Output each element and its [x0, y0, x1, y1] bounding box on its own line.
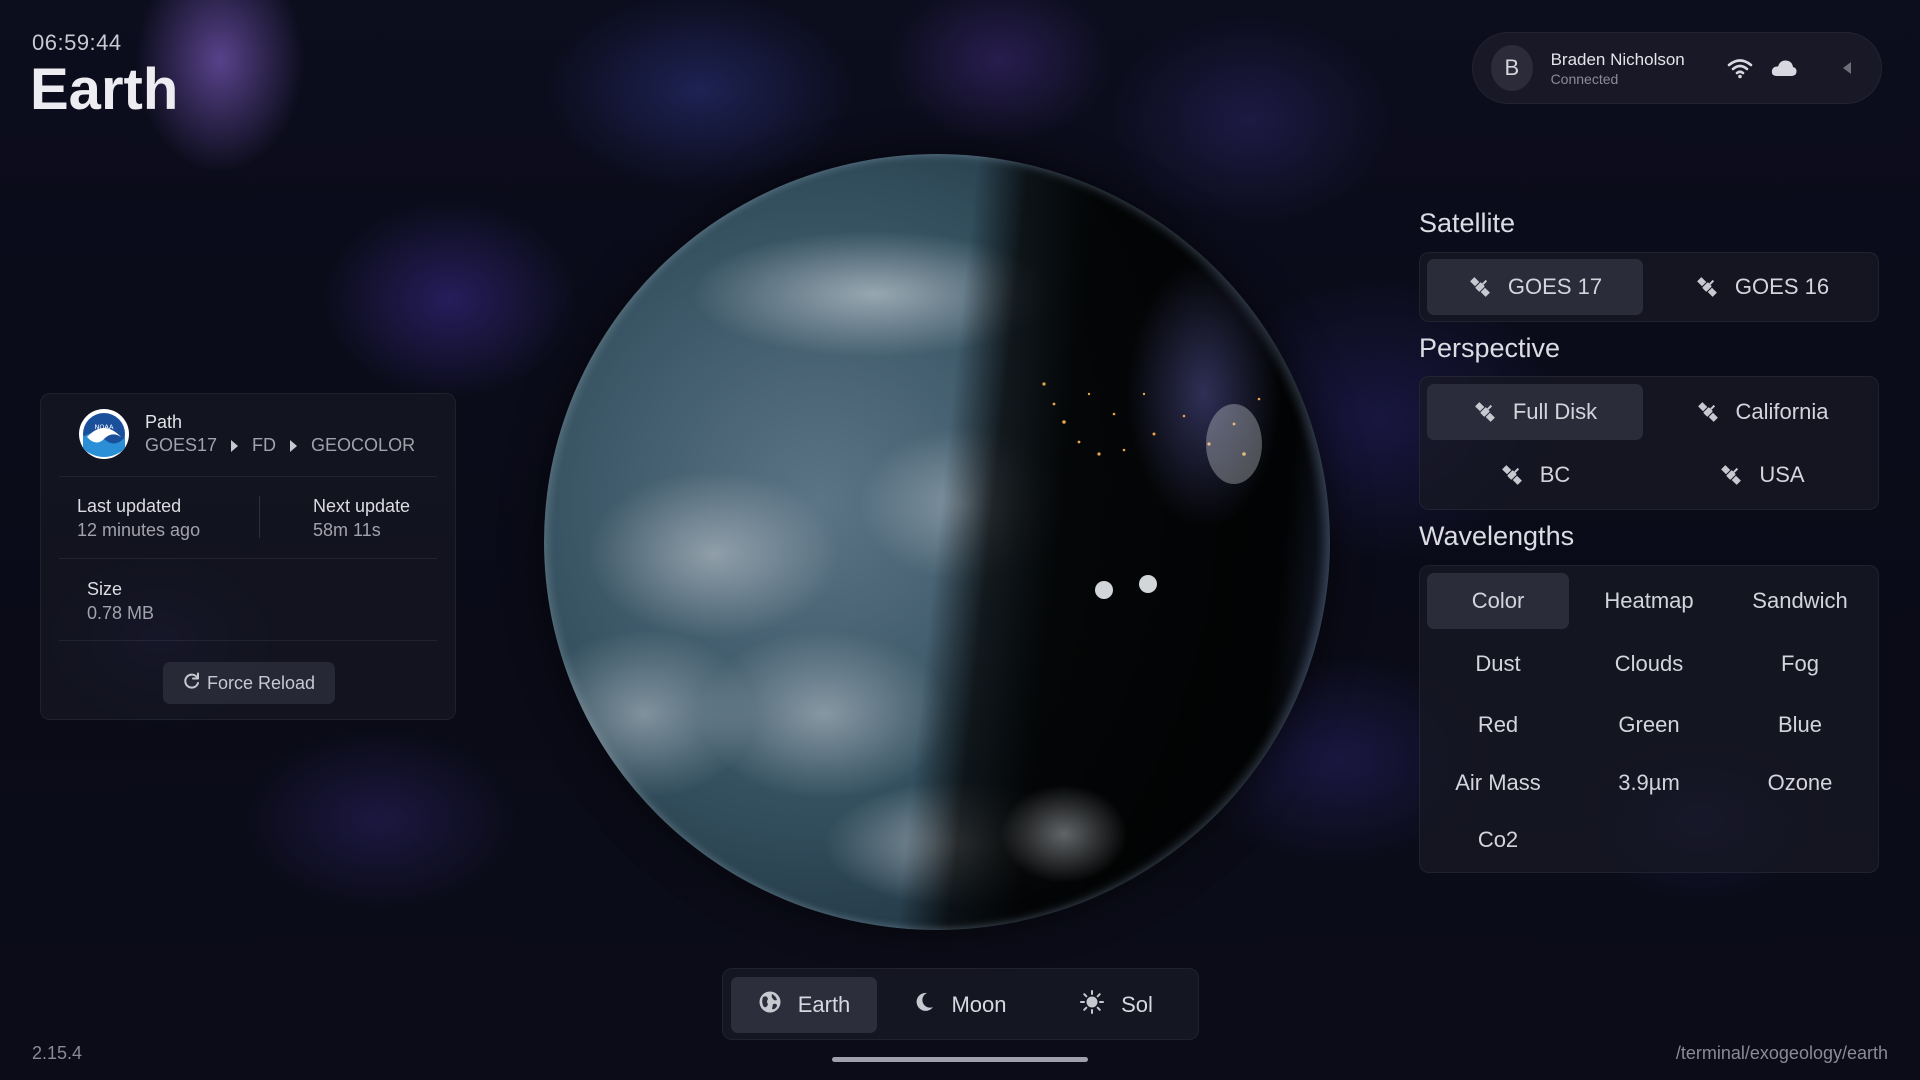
breadcrumb-item[interactable]: FD	[252, 435, 276, 456]
satellite-icon	[1473, 400, 1497, 424]
force-reload-label: Force Reload	[206, 672, 316, 693]
option-sandwich[interactable]: Sandwich	[1729, 573, 1871, 629]
tab-sol[interactable]: Sol	[1043, 977, 1189, 1033]
collapse-arrow-icon[interactable]	[1830, 50, 1863, 86]
option-color[interactable]: Color	[1427, 573, 1569, 629]
wavelengths-title: Wavelengths	[1419, 521, 1575, 551]
perspective-title: Perspective	[1419, 333, 1561, 363]
option-3-9um[interactable]: 3.9µm	[1578, 755, 1720, 811]
option-goes-17[interactable]: GOES 17	[1427, 259, 1643, 315]
moon-icon	[913, 991, 935, 1019]
path-row: NOAA Path GOES17 FD GEOCOLOR	[79, 409, 415, 459]
satellite-icon	[1695, 275, 1719, 299]
next-update: Next update 58m 11s	[313, 496, 411, 540]
divider	[259, 496, 260, 538]
option-co2[interactable]: Co2	[1427, 812, 1569, 868]
option-full-disk[interactable]: Full Disk	[1427, 384, 1643, 440]
celestial-tabs: Earth Moon Sol	[722, 968, 1199, 1040]
option-california[interactable]: California	[1652, 384, 1872, 440]
user-name: Braden Nicholson	[1550, 49, 1685, 69]
chevron-right-icon	[231, 439, 239, 452]
breadcrumb-item[interactable]: GOES17	[145, 435, 217, 456]
user-bar[interactable]: B Braden Nicholson Connected	[1472, 32, 1882, 104]
satellite-panel: GOES 17 GOES 16	[1419, 252, 1879, 322]
satellite-icon	[1468, 275, 1492, 299]
satellite-icon	[1696, 400, 1720, 424]
sun-icon	[1079, 989, 1105, 1021]
divider	[59, 640, 437, 641]
option-clouds[interactable]: Clouds	[1578, 636, 1720, 692]
perspective-panel: Full Disk California BC USA	[1419, 376, 1879, 510]
route-path: /terminal/exogeology/earth	[1675, 1043, 1888, 1063]
option-ozone[interactable]: Ozone	[1729, 755, 1871, 811]
satellite-title: Satellite	[1419, 208, 1516, 238]
cloud-icon[interactable]	[1768, 50, 1801, 86]
option-usa[interactable]: USA	[1652, 447, 1872, 503]
noaa-logo-icon: NOAA	[79, 409, 129, 459]
info-panel: NOAA Path GOES17 FD GEOCOLOR Last update…	[40, 393, 456, 720]
avatar[interactable]: B	[1491, 45, 1533, 91]
path-label: Path	[145, 412, 183, 432]
option-air-mass[interactable]: Air Mass	[1427, 755, 1569, 811]
option-blue[interactable]: Blue	[1729, 697, 1871, 753]
option-goes-16[interactable]: GOES 16	[1652, 259, 1872, 315]
last-updated: Last updated 12 minutes ago	[77, 496, 201, 540]
wifi-icon[interactable]	[1723, 50, 1756, 86]
satellite-icon	[1719, 463, 1743, 487]
reload-icon	[183, 672, 201, 695]
option-fog[interactable]: Fog	[1729, 636, 1871, 692]
divider	[59, 476, 437, 477]
wavelengths-panel: Color Heatmap Sandwich Dust Clouds Fog R…	[1419, 565, 1879, 873]
user-info: Braden Nicholson Connected	[1551, 50, 1712, 87]
breadcrumb: GOES17 FD GEOCOLOR	[145, 435, 415, 456]
clock: 06:59:44	[32, 30, 122, 55]
version-label: 2.15.4	[32, 1043, 83, 1063]
option-green[interactable]: Green	[1578, 697, 1720, 753]
option-red[interactable]: Red	[1427, 697, 1569, 753]
divider	[59, 558, 437, 559]
breadcrumb-item[interactable]: GEOCOLOR	[311, 435, 415, 456]
option-dust[interactable]: Dust	[1427, 636, 1569, 692]
user-status: Connected	[1550, 70, 1619, 87]
earth-globe-image	[544, 154, 1330, 930]
chevron-right-icon	[290, 439, 298, 452]
option-bc[interactable]: BC	[1427, 447, 1643, 503]
file-size: Size 0.78 MB	[87, 579, 155, 623]
svg-text:NOAA: NOAA	[95, 423, 114, 431]
tab-moon[interactable]: Moon	[887, 977, 1033, 1033]
globe-icon	[758, 990, 782, 1020]
page-title: Earth	[30, 57, 179, 122]
option-heatmap[interactable]: Heatmap	[1578, 573, 1720, 629]
tab-earth[interactable]: Earth	[731, 977, 877, 1033]
force-reload-button[interactable]: Force Reload	[163, 662, 335, 704]
home-indicator[interactable]	[832, 1057, 1088, 1062]
satellite-icon	[1500, 463, 1524, 487]
